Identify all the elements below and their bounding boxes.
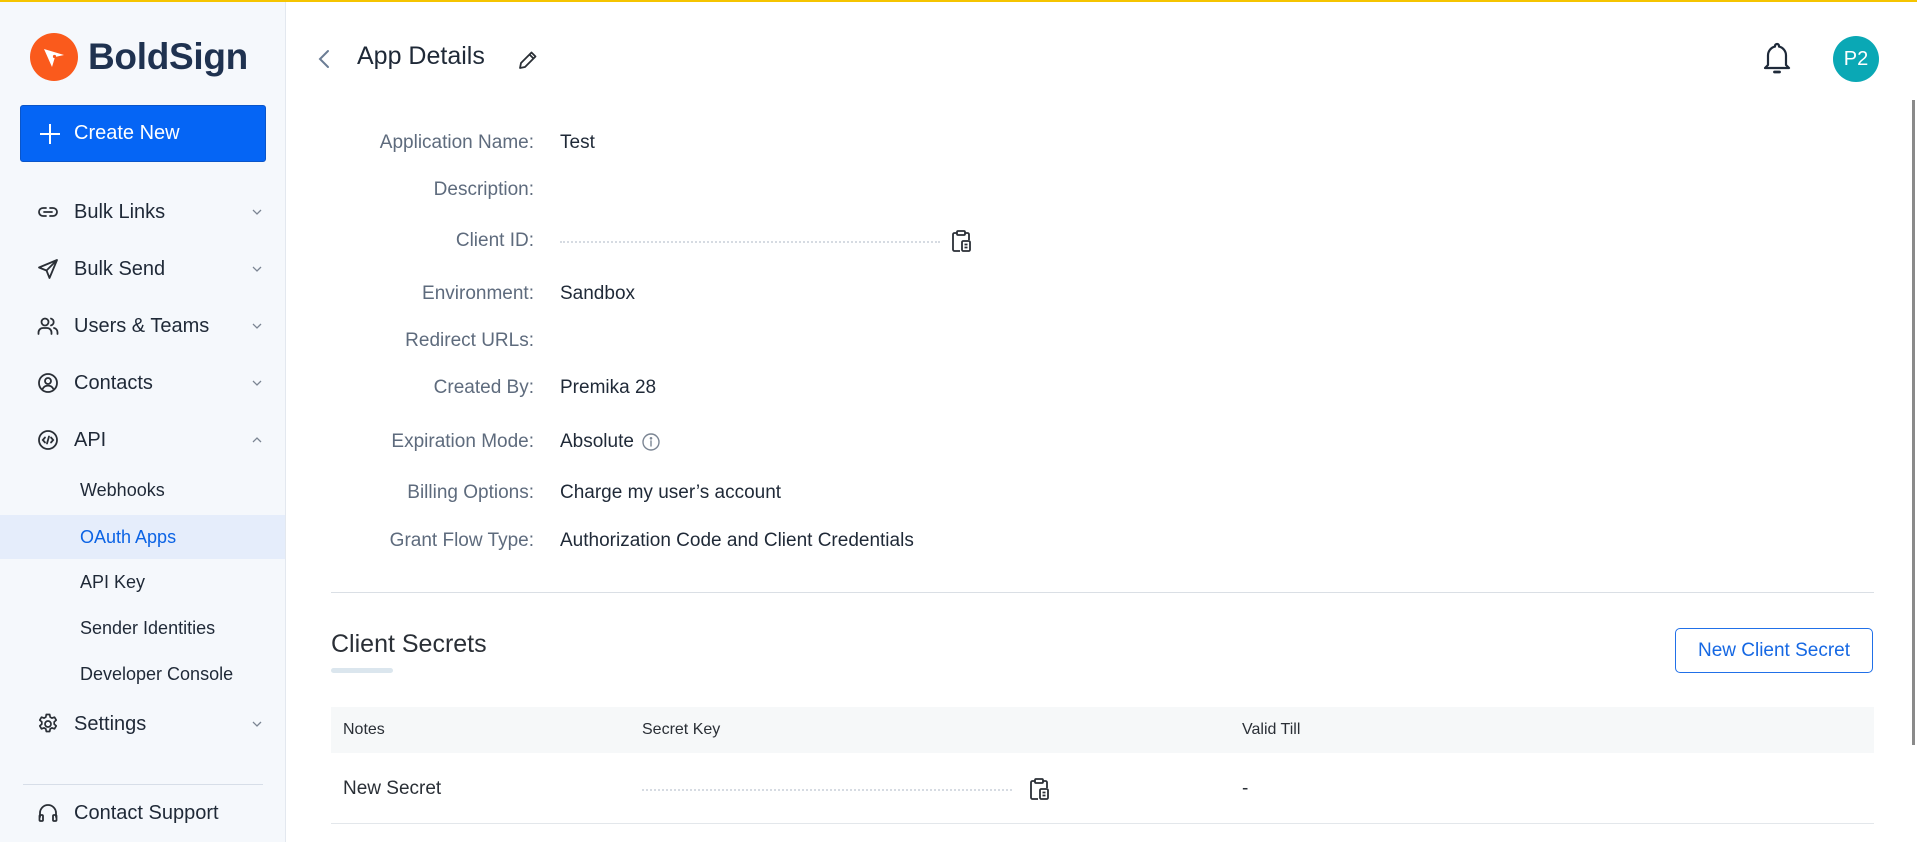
table-row: New Secret -	[331, 753, 1874, 824]
secret-key-cell	[642, 753, 1052, 824]
sidebar: BoldSign Create New Bulk Links Bulk Send…	[0, 2, 286, 842]
field-label: Description:	[433, 179, 534, 200]
boldsign-logo-icon	[30, 33, 78, 81]
sidebar-item-users-teams[interactable]: Users & Teams	[0, 304, 285, 348]
field-value	[560, 228, 974, 254]
subitem-label: API Key	[80, 571, 146, 592]
create-new-button[interactable]: Create New	[20, 105, 266, 162]
field-value: Absolute	[560, 431, 661, 453]
field-environment: Environment: Sandbox	[300, 279, 1600, 309]
edit-icon[interactable]	[516, 48, 540, 72]
sidebar-subitem-api-key[interactable]: API Key	[0, 560, 285, 604]
copy-secret-key-icon[interactable]	[1026, 776, 1052, 802]
field-label: Application Name:	[379, 132, 534, 153]
headset-icon	[36, 801, 60, 825]
sidebar-item-label: API	[74, 428, 107, 451]
field-value: Test	[560, 132, 595, 153]
secret-notes-cell: New Secret	[343, 777, 442, 799]
page-title: App Details	[357, 42, 485, 70]
secret-key-masked-value	[642, 788, 1012, 793]
back-button[interactable]	[313, 44, 335, 74]
field-label: Expiration Mode:	[391, 431, 534, 452]
field-value: Premika 28	[560, 377, 657, 398]
brand-name: BoldSign	[88, 36, 248, 77]
chevron-down-icon	[252, 380, 262, 386]
field-grant-flow-type: Grant Flow Type: Authorization Code and …	[300, 526, 1600, 556]
create-new-label: Create New	[74, 122, 180, 144]
sidebar-subitem-developer-console[interactable]: Developer Console	[0, 652, 285, 696]
field-value: Authorization Code and Client Credential…	[560, 530, 914, 551]
field-client-id: Client ID:	[300, 226, 1600, 256]
sidebar-item-label: Contacts	[74, 371, 153, 394]
contact-support-link[interactable]: Contact Support	[0, 791, 285, 835]
secret-valid-till-cell: -	[1242, 777, 1249, 799]
boldsign-logo[interactable]: BoldSign	[30, 33, 248, 81]
field-label: Redirect URLs:	[405, 330, 534, 351]
field-label: Billing Options:	[407, 482, 534, 503]
contact-icon	[36, 371, 60, 395]
secrets-table-header: Notes Secret Key Valid Till	[331, 707, 1874, 753]
sidebar-item-settings[interactable]: Settings	[0, 702, 285, 746]
field-expiration-mode: Expiration Mode: Absolute	[300, 427, 1600, 457]
client-secrets-heading: Client Secrets	[331, 630, 487, 658]
field-value: Charge my user’s account	[560, 482, 782, 503]
sidebar-item-label: Settings	[74, 712, 147, 735]
contact-support-label: Contact Support	[74, 801, 219, 824]
chevron-down-icon	[252, 323, 262, 329]
info-icon[interactable]	[641, 432, 661, 452]
sidebar-item-bulk-send[interactable]: Bulk Send	[0, 247, 285, 291]
new-client-secret-button[interactable]: New Client Secret	[1675, 628, 1873, 673]
code-icon	[36, 428, 60, 452]
subitem-label: Webhooks	[80, 479, 165, 500]
field-label: Environment:	[422, 283, 534, 304]
user-avatar[interactable]: P2	[1833, 36, 1879, 82]
sidebar-subitem-webhooks[interactable]: Webhooks	[0, 468, 285, 512]
notification-bell-icon[interactable]	[1760, 40, 1794, 78]
chevron-down-icon	[252, 209, 262, 215]
sidebar-item-label: Bulk Links	[74, 200, 166, 223]
chevron-down-icon	[252, 266, 262, 272]
field-redirect-urls: Redirect URLs:	[300, 326, 1600, 356]
sidebar-item-label: Users & Teams	[74, 314, 210, 337]
field-label: Client ID:	[455, 230, 534, 251]
field-application-name: Application Name: Test	[300, 128, 1600, 158]
subitem-label: OAuth Apps	[80, 526, 177, 547]
column-header-notes[interactable]: Notes	[343, 707, 385, 753]
chevron-down-icon	[252, 721, 262, 727]
sidebar-item-contacts[interactable]: Contacts	[0, 361, 285, 405]
column-header-secret-key[interactable]: Secret Key	[642, 707, 720, 753]
top-accent-bar	[0, 0, 1917, 2]
vertical-scrollbar[interactable]	[1912, 100, 1915, 745]
gear-icon	[36, 712, 60, 736]
field-value: Sandbox	[560, 283, 636, 304]
chevron-up-icon	[252, 437, 262, 443]
sidebar-subitem-sender-identities[interactable]: Sender Identities	[0, 606, 285, 650]
copy-client-id-icon[interactable]	[948, 228, 974, 254]
users-icon	[36, 314, 60, 338]
sidebar-item-label: Bulk Send	[74, 257, 166, 280]
field-created-by: Created By: Premika 28	[300, 373, 1600, 403]
field-billing-options: Billing Options: Charge my user’s accoun…	[300, 478, 1600, 508]
subitem-label: Developer Console	[80, 663, 234, 684]
column-header-valid-till[interactable]: Valid Till	[1242, 707, 1300, 753]
sidebar-subitem-oauth-apps[interactable]: OAuth Apps	[0, 515, 285, 559]
heading-underline	[331, 668, 393, 673]
expiration-mode-value: Absolute	[560, 431, 634, 452]
plus-icon	[40, 123, 60, 144]
sidebar-item-api[interactable]: API	[0, 418, 285, 462]
sidebar-divider	[23, 784, 263, 785]
section-divider	[331, 592, 1874, 593]
subitem-label: Sender Identities	[80, 617, 216, 638]
sidebar-item-bulk-links[interactable]: Bulk Links	[0, 190, 285, 234]
field-description: Description:	[300, 175, 1600, 205]
client-id-masked-value	[560, 241, 940, 245]
field-label: Grant Flow Type:	[389, 530, 534, 551]
send-icon	[36, 257, 60, 281]
link-icon	[36, 200, 60, 224]
field-label: Created By:	[433, 377, 534, 398]
